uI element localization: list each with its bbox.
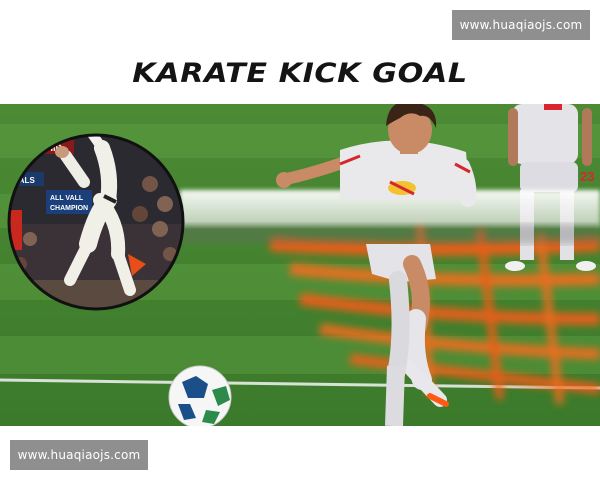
inset-sign-text-2: CHAMPION (50, 205, 88, 212)
watermark-bottom[interactable]: www.huaqiaojs.com (10, 440, 148, 470)
photo-svg: 23 NALS ALL VALL CHAMPION (0, 104, 600, 426)
football (168, 365, 232, 426)
headline: KARATE KICK GOAL (132, 58, 468, 89)
inset-sign-text-1: ALL VALL (50, 195, 84, 202)
jersey-number: 23 (580, 169, 594, 184)
page: www.huaqiaojs.com KARATE KICK GOAL 23 NA… (0, 0, 600, 480)
watermark-top[interactable]: www.huaqiaojs.com (452, 10, 590, 40)
photo-collage: 23 NALS ALL VALL CHAMPION (0, 104, 600, 426)
